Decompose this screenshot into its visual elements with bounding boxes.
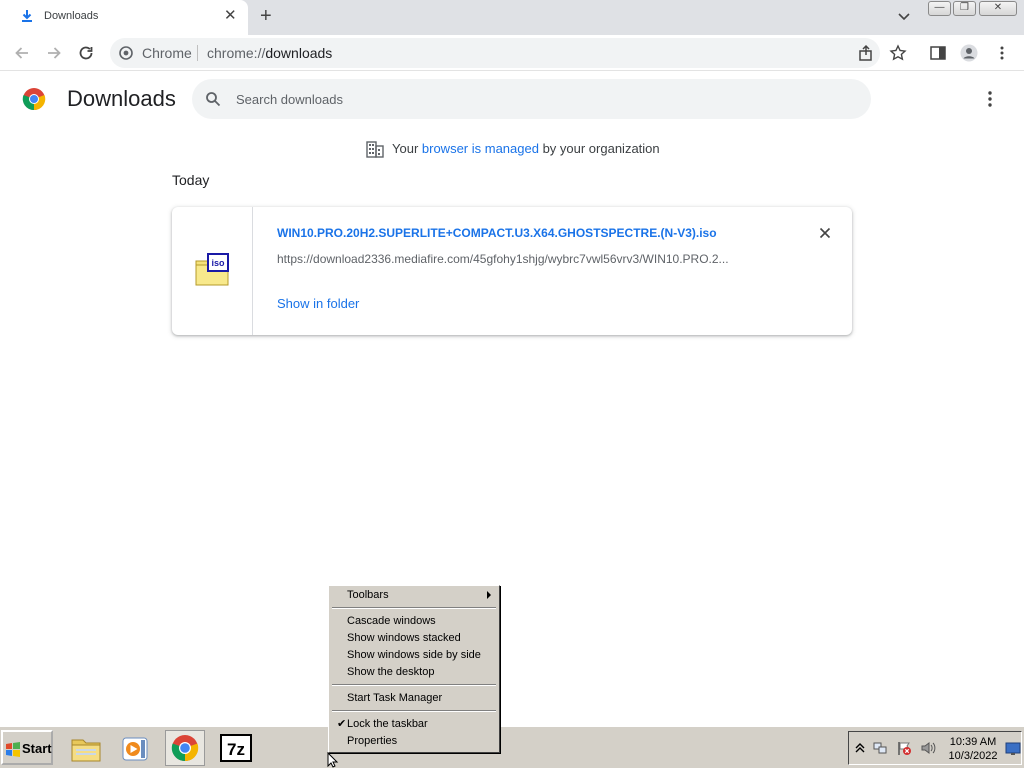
chrome-site-icon — [119, 46, 133, 60]
clock-time: 10:39 AM — [949, 736, 997, 748]
tab-close-icon[interactable]: ✕ — [224, 8, 237, 23]
download-icon — [22, 10, 32, 22]
menu-item-properties[interactable]: Properties — [331, 733, 497, 750]
show-hidden-icons-chevron-icon[interactable] — [852, 740, 868, 756]
search-input[interactable] — [236, 87, 836, 111]
menu-item-label: Show windows stacked — [347, 632, 461, 644]
profile-avatar-icon[interactable] — [960, 44, 978, 62]
search-downloads-box[interactable] — [192, 79, 871, 119]
taskbar-clock[interactable]: 10:39 AM 10/3/2022 — [945, 735, 1001, 763]
address-bar[interactable]: Chrome chrome://downloads — [110, 38, 880, 68]
more-menu-icon[interactable] — [994, 44, 1010, 62]
bookmark-star-icon[interactable] — [889, 44, 907, 62]
media-player-icon — [122, 737, 148, 761]
file-icon-column: iso — [172, 207, 253, 335]
page-title: Downloads — [67, 86, 176, 111]
new-tab-button[interactable]: + — [260, 6, 272, 26]
download-item-card: iso WIN10.PRO.20H2.SUPERLITE+COMPACT.U3.… — [172, 207, 852, 335]
tab-title: Downloads — [44, 10, 99, 22]
managed-text-before: Your — [392, 141, 422, 156]
download-file-name-link[interactable]: WIN10.PRO.20H2.SUPERLITE+COMPACT.U3.X64.… — [277, 226, 717, 240]
browser-managed-link[interactable]: browser is managed — [422, 141, 539, 156]
volume-speaker-icon[interactable] — [920, 740, 936, 756]
file-explorer-folder-icon — [71, 739, 101, 762]
show-desktop-icon[interactable] — [1005, 741, 1021, 757]
site-chip-label: Chrome — [142, 45, 192, 61]
taskbar-chrome[interactable] — [165, 730, 205, 766]
side-panel-icon[interactable] — [929, 44, 947, 62]
start-button[interactable]: Start — [1, 730, 53, 765]
windows-flag-icon — [6, 742, 20, 757]
action-center-flag-icon[interactable] — [896, 740, 912, 756]
chrome-logo-icon — [22, 88, 46, 111]
forward-arrow-icon[interactable] — [44, 43, 64, 63]
tab-search-chevron-icon[interactable] — [897, 9, 911, 23]
menu-item-toolbars[interactable]: Toolbars — [331, 587, 497, 604]
clock-date: 10/3/2022 — [948, 750, 998, 762]
seven-zip-icon: 7z — [220, 734, 252, 762]
checkmark-icon: ✔ — [337, 718, 347, 730]
browser-toolbar: Chrome chrome://downloads — [0, 35, 1024, 71]
menu-item-label: Toolbars — [347, 589, 389, 601]
menu-item-show-windows-stacked[interactable]: Show windows stacked — [331, 630, 497, 647]
submenu-arrow-icon — [487, 591, 491, 599]
taskbar-context-menu: Toolbars Cascade windows Show windows st… — [328, 585, 500, 753]
show-in-folder-link[interactable]: Show in folder — [277, 296, 359, 311]
network-icon[interactable] — [872, 740, 888, 756]
back-arrow-icon[interactable] — [12, 43, 32, 63]
menu-item-label: Show the desktop — [347, 666, 435, 678]
minimize-button[interactable]: — — [928, 1, 951, 16]
restore-button[interactable]: ❐ — [953, 1, 976, 16]
chrome-taskbar-icon — [171, 735, 199, 762]
menu-item-start-task-manager[interactable]: Start Task Manager — [331, 690, 497, 707]
search-icon — [206, 92, 221, 107]
taskbar-media-player[interactable] — [115, 730, 155, 766]
iso-icon-label: iso — [211, 258, 225, 268]
iso-file-icon[interactable]: iso — [194, 253, 230, 287]
date-section-heading: Today — [172, 172, 210, 188]
downloads-more-actions-icon[interactable] — [982, 89, 998, 109]
menu-item-cascade-windows[interactable]: Cascade windows — [331, 613, 497, 630]
share-icon[interactable] — [857, 44, 875, 62]
building-icon — [366, 141, 384, 158]
menu-item-label: Start Task Manager — [347, 692, 443, 704]
menu-item-label: Properties — [347, 735, 398, 747]
taskbar: Start 7z 10:39 AM 10/3/2022 — [0, 726, 1024, 768]
menu-item-lock-taskbar[interactable]: ✔ Lock the taskbar — [331, 716, 497, 733]
mouse-pointer-icon — [327, 752, 339, 768]
download-source-url[interactable]: https://download2336.mediafire.com/45gfo… — [277, 252, 777, 266]
close-window-button[interactable]: ✕ — [979, 1, 1017, 16]
tab-strip: Downloads ✕ + — ❐ ✕ — [0, 0, 1024, 35]
start-label: Start — [22, 741, 52, 756]
managed-text-after: by your organization — [538, 141, 660, 156]
menu-separator — [332, 710, 496, 712]
menu-separator — [332, 684, 496, 686]
menu-item-label: Show windows side by side — [347, 649, 481, 661]
tab-downloads[interactable]: Downloads ✕ — [0, 0, 248, 35]
taskbar-7zip[interactable]: 7z — [216, 730, 256, 766]
menu-item-label: Cascade windows — [347, 615, 436, 627]
taskbar-file-explorer[interactable] — [66, 730, 106, 766]
address-separator — [197, 45, 198, 61]
url-text[interactable]: chrome://downloads — [207, 45, 332, 61]
menu-item-label: Lock the taskbar — [347, 718, 428, 730]
menu-item-show-desktop[interactable]: Show the desktop — [331, 664, 497, 681]
svg-text:7z: 7z — [227, 740, 245, 759]
reload-icon[interactable] — [76, 43, 96, 63]
menu-item-show-windows-side-by-side[interactable]: Show windows side by side — [331, 647, 497, 664]
menu-separator — [332, 607, 496, 609]
remove-download-close-icon[interactable] — [818, 226, 832, 240]
system-tray: 10:39 AM 10/3/2022 — [848, 731, 1022, 765]
